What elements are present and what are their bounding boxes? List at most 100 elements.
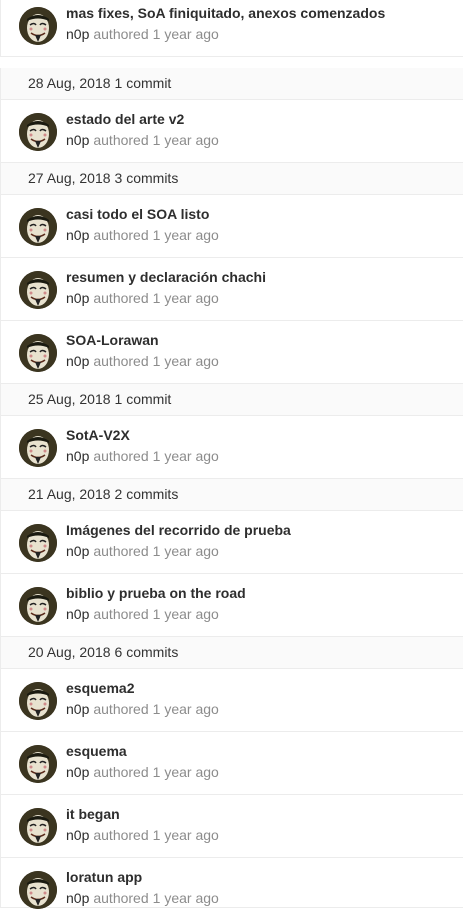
commit-title-link[interactable]: estado del arte v2 [66,111,184,127]
commit-time: 1 year ago [152,701,219,717]
commit-title-link[interactable]: SotA-V2X [66,427,130,443]
commit-meta: n0p authored 1 year ago [66,701,219,717]
commit-title-link[interactable]: casi todo el SOA listo [66,206,209,222]
commit-row: esquema2 n0p authored 1 year ago [0,669,463,732]
mask-avatar-icon [19,682,57,720]
commit-meta: n0p authored 1 year ago [66,890,219,906]
commit-time: 1 year ago [152,227,219,243]
author-link[interactable]: n0p [66,227,89,243]
avatar[interactable] [19,682,57,720]
mask-avatar-icon [19,524,57,562]
date-label: 27 Aug, 2018 [28,170,111,186]
commit-meta: n0p authored 1 year ago [66,290,219,306]
mask-avatar-icon [19,334,57,372]
authored-label: authored [93,827,149,843]
avatar[interactable] [19,113,57,151]
mask-avatar-icon [19,808,57,846]
commit-time: 1 year ago [152,353,219,369]
authored-label: authored [93,764,149,780]
avatar[interactable] [19,334,57,372]
date-label: 25 Aug, 2018 [28,391,111,407]
commit-title-link[interactable]: resumen y declaración chachi [66,269,266,285]
date-header: 20 Aug, 2018 6 commits [0,637,463,669]
authored-label: authored [93,132,149,148]
author-link[interactable]: n0p [66,132,89,148]
author-link[interactable]: n0p [66,890,89,906]
avatar[interactable] [19,208,57,246]
commit-row: loratun app n0p authored 1 year ago [0,858,463,909]
authored-label: authored [93,290,149,306]
commit-meta: n0p authored 1 year ago [66,606,219,622]
authored-label: authored [93,26,149,42]
mask-avatar-icon [19,208,57,246]
commit-row: SOA-Lorawan n0p authored 1 year ago [0,321,463,384]
commit-count: 1 commit [114,391,172,407]
avatar[interactable] [19,587,57,625]
author-link[interactable]: n0p [66,353,89,369]
mask-avatar-icon [19,429,57,467]
author-link[interactable]: n0p [66,448,89,464]
commit-time: 1 year ago [152,448,219,464]
avatar[interactable] [19,7,57,45]
commit-meta: n0p authored 1 year ago [66,543,219,559]
author-link[interactable]: n0p [66,701,89,717]
avatar[interactable] [19,524,57,562]
commit-title-link[interactable]: it began [66,806,120,822]
commit-meta: n0p authored 1 year ago [66,764,219,780]
mask-avatar-icon [19,587,57,625]
commit-time: 1 year ago [152,26,219,42]
commit-row: Imágenes del recorrido de prueba n0p auth… [0,511,463,574]
commit-count: 3 commits [114,170,179,186]
date-header: 28 Aug, 2018 1 commit [0,68,463,100]
mask-avatar-icon [19,7,57,45]
commit-meta: n0p authored 1 year ago [66,227,219,243]
author-link[interactable]: n0p [66,606,89,622]
author-link[interactable]: n0p [66,543,89,559]
commit-title-link[interactable]: biblio y prueba on the road [66,585,246,601]
commit-time: 1 year ago [152,827,219,843]
authored-label: authored [93,606,149,622]
authored-label: authored [93,701,149,717]
date-header: 25 Aug, 2018 1 commit [0,384,463,416]
commit-row: casi todo el SOA listo n0p authored 1 year… [0,195,463,258]
avatar[interactable] [19,429,57,467]
author-link[interactable]: n0p [66,827,89,843]
authored-label: authored [93,543,149,559]
commit-title-link[interactable]: SOA-Lorawan [66,332,159,348]
mask-avatar-icon [19,271,57,309]
authored-label: authored [93,448,149,464]
avatar[interactable] [19,871,57,909]
commit-title-link[interactable]: Imágenes del recorrido de prueba [66,522,291,538]
commit-meta: n0p authored 1 year ago [66,448,219,464]
commit-title-link[interactable]: esquema [66,743,127,759]
commit-title-link[interactable]: esquema2 [66,680,134,696]
date-label: 20 Aug, 2018 [28,644,111,660]
authored-label: authored [93,890,149,906]
commit-time: 1 year ago [152,606,219,622]
author-link[interactable]: n0p [66,290,89,306]
commit-row: estado del arte v2 n0p authored 1 year ago [0,100,463,163]
author-link[interactable]: n0p [66,26,89,42]
commit-time: 1 year ago [152,764,219,780]
date-label: 21 Aug, 2018 [28,486,111,502]
commit-row: it began n0p authored 1 year ago [0,795,463,858]
authored-label: authored [93,353,149,369]
commit-meta: n0p authored 1 year ago [66,132,219,148]
avatar[interactable] [19,745,57,783]
commit-title-link[interactable]: loratun app [66,869,142,885]
commit-row: resumen y declaración chachi n0p authored… [0,258,463,321]
author-link[interactable]: n0p [66,764,89,780]
mask-avatar-icon [19,871,57,909]
avatar[interactable] [19,808,57,846]
commit-title-link[interactable]: mas fixes, SoA finiquitado, anexos comen… [66,5,385,21]
authored-label: authored [93,227,149,243]
avatar[interactable] [19,271,57,309]
date-header: 21 Aug, 2018 2 commits [0,479,463,511]
commit-time: 1 year ago [152,890,219,906]
commit-row: mas fixes, SoA finiquitado, anexos comen… [0,0,463,57]
date-header: 27 Aug, 2018 3 commits [0,163,463,195]
mask-avatar-icon [19,745,57,783]
commit-list: mas fixes, SoA finiquitado, anexos comen… [0,0,463,909]
commit-meta: n0p authored 1 year ago [66,827,219,843]
commit-count: 2 commits [114,486,179,502]
